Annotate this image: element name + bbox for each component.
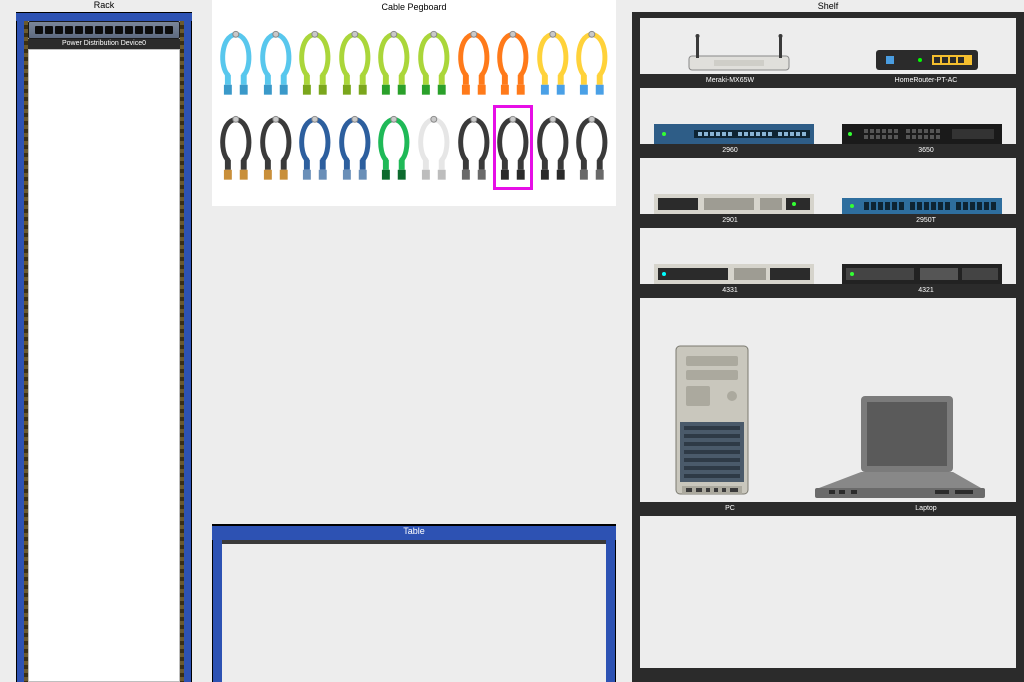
shelf-label: 4321 <box>828 284 1024 298</box>
device-homerouter[interactable] <box>872 44 982 74</box>
pdu-port[interactable] <box>35 26 43 34</box>
pdu-port[interactable] <box>55 26 63 34</box>
cable-iot-custom[interactable] <box>414 105 454 190</box>
device-pc[interactable] <box>672 342 752 502</box>
pdu-port[interactable] <box>155 26 163 34</box>
rack-rail-right <box>183 21 192 682</box>
rack-title: Rack <box>16 0 192 10</box>
shelf-label: PC <box>632 502 828 516</box>
device-switch3650[interactable] <box>842 124 1002 144</box>
pdu-port[interactable] <box>65 26 73 34</box>
shelf: Shelf Meraki-MX65WHomeRouter-PT-AC <box>632 0 1024 682</box>
shelf-bar: 29012950T <box>632 214 1024 228</box>
shelf-title: Shelf <box>632 0 1024 11</box>
cable-coax[interactable] <box>533 20 573 105</box>
pdu-port[interactable] <box>75 26 83 34</box>
pdu-port[interactable] <box>145 26 153 34</box>
shelf-side-left <box>632 12 640 682</box>
pdu-port[interactable] <box>125 26 133 34</box>
device-router4321[interactable] <box>842 264 1002 284</box>
pdu-port[interactable] <box>45 26 53 34</box>
rack-top-bar <box>16 12 192 21</box>
cable-fiber[interactable] <box>414 20 454 105</box>
cable-serial-dte[interactable] <box>295 105 335 190</box>
shelf-bar: Meraki-MX65WHomeRouter-PT-AC <box>632 74 1024 88</box>
cable-console[interactable] <box>533 105 573 190</box>
cable-copper-crossover[interactable] <box>295 20 335 105</box>
shelf-bar: 43314321 <box>632 284 1024 298</box>
device-router4331[interactable] <box>654 264 814 284</box>
cable-copper-crossover[interactable] <box>335 20 375 105</box>
cable-pegboard: Cable Pegboard <box>212 0 616 206</box>
table-surface[interactable] <box>222 540 606 544</box>
shelf-label: 2960 <box>632 144 828 158</box>
cable-usb[interactable] <box>454 105 494 190</box>
pdu-port[interactable] <box>135 26 143 34</box>
shelf-row[interactable]: 29012950T <box>640 158 1016 228</box>
shelf-row[interactable]: Meraki-MX65WHomeRouter-PT-AC <box>640 18 1016 88</box>
shelf-row[interactable] <box>640 516 1016 682</box>
cable-phone[interactable] <box>493 20 533 105</box>
table-title: Table <box>212 526 616 536</box>
cable-coax[interactable] <box>572 20 612 105</box>
power-distribution-device[interactable] <box>28 21 180 39</box>
table: Table <box>212 524 616 682</box>
cable-octal[interactable] <box>374 105 414 190</box>
shelf-row[interactable]: PCLaptop <box>640 298 1016 516</box>
shelf-label: 2950T <box>828 214 1024 228</box>
cable-serial-dce[interactable] <box>216 105 256 190</box>
rack: Rack Power Distribution Device0 <box>16 0 192 682</box>
shelf-row[interactable]: 29603650 <box>640 88 1016 158</box>
table-leg-left <box>212 540 222 682</box>
rack-body[interactable] <box>28 49 180 682</box>
shelf-label: 4331 <box>632 284 828 298</box>
shelf-label: Meraki-MX65W <box>632 74 828 88</box>
shelf-bar: 29603650 <box>632 144 1024 158</box>
shelf-label: 2901 <box>632 214 828 228</box>
pdu-port[interactable] <box>115 26 123 34</box>
pdu-port[interactable] <box>105 26 113 34</box>
pegboard-title: Cable Pegboard <box>212 0 616 12</box>
cable-console[interactable] <box>493 105 533 190</box>
cable-copper-straight[interactable] <box>256 20 296 105</box>
cable-serial-dce[interactable] <box>256 105 296 190</box>
cable-fiber[interactable] <box>374 20 414 105</box>
shelf-label: Laptop <box>828 502 1024 516</box>
device-switch2960[interactable] <box>654 124 814 144</box>
device-laptop[interactable] <box>815 392 985 502</box>
pdu-port[interactable] <box>165 26 173 34</box>
device-meraki[interactable] <box>674 32 804 74</box>
shelf-row[interactable]: 43314321 <box>640 228 1016 298</box>
shelf-bar: PCLaptop <box>632 502 1024 516</box>
cable-phone[interactable] <box>454 20 494 105</box>
cable-serial-dte[interactable] <box>335 105 375 190</box>
shelf-bar <box>632 668 1024 682</box>
cable-copper-straight[interactable] <box>216 20 256 105</box>
rack-holes-right <box>180 21 184 682</box>
cable-usb[interactable] <box>572 105 612 190</box>
table-leg-right <box>606 540 616 682</box>
shelf-side-right <box>1016 12 1024 682</box>
shelf-label: 3650 <box>828 144 1024 158</box>
pdu-port[interactable] <box>95 26 103 34</box>
device-router2901[interactable] <box>654 194 814 214</box>
pdu-label: Power Distribution Device0 <box>28 39 180 49</box>
pdu-port[interactable] <box>85 26 93 34</box>
device-switch2950t[interactable] <box>842 198 1002 214</box>
shelf-label: HomeRouter-PT-AC <box>828 74 1024 88</box>
